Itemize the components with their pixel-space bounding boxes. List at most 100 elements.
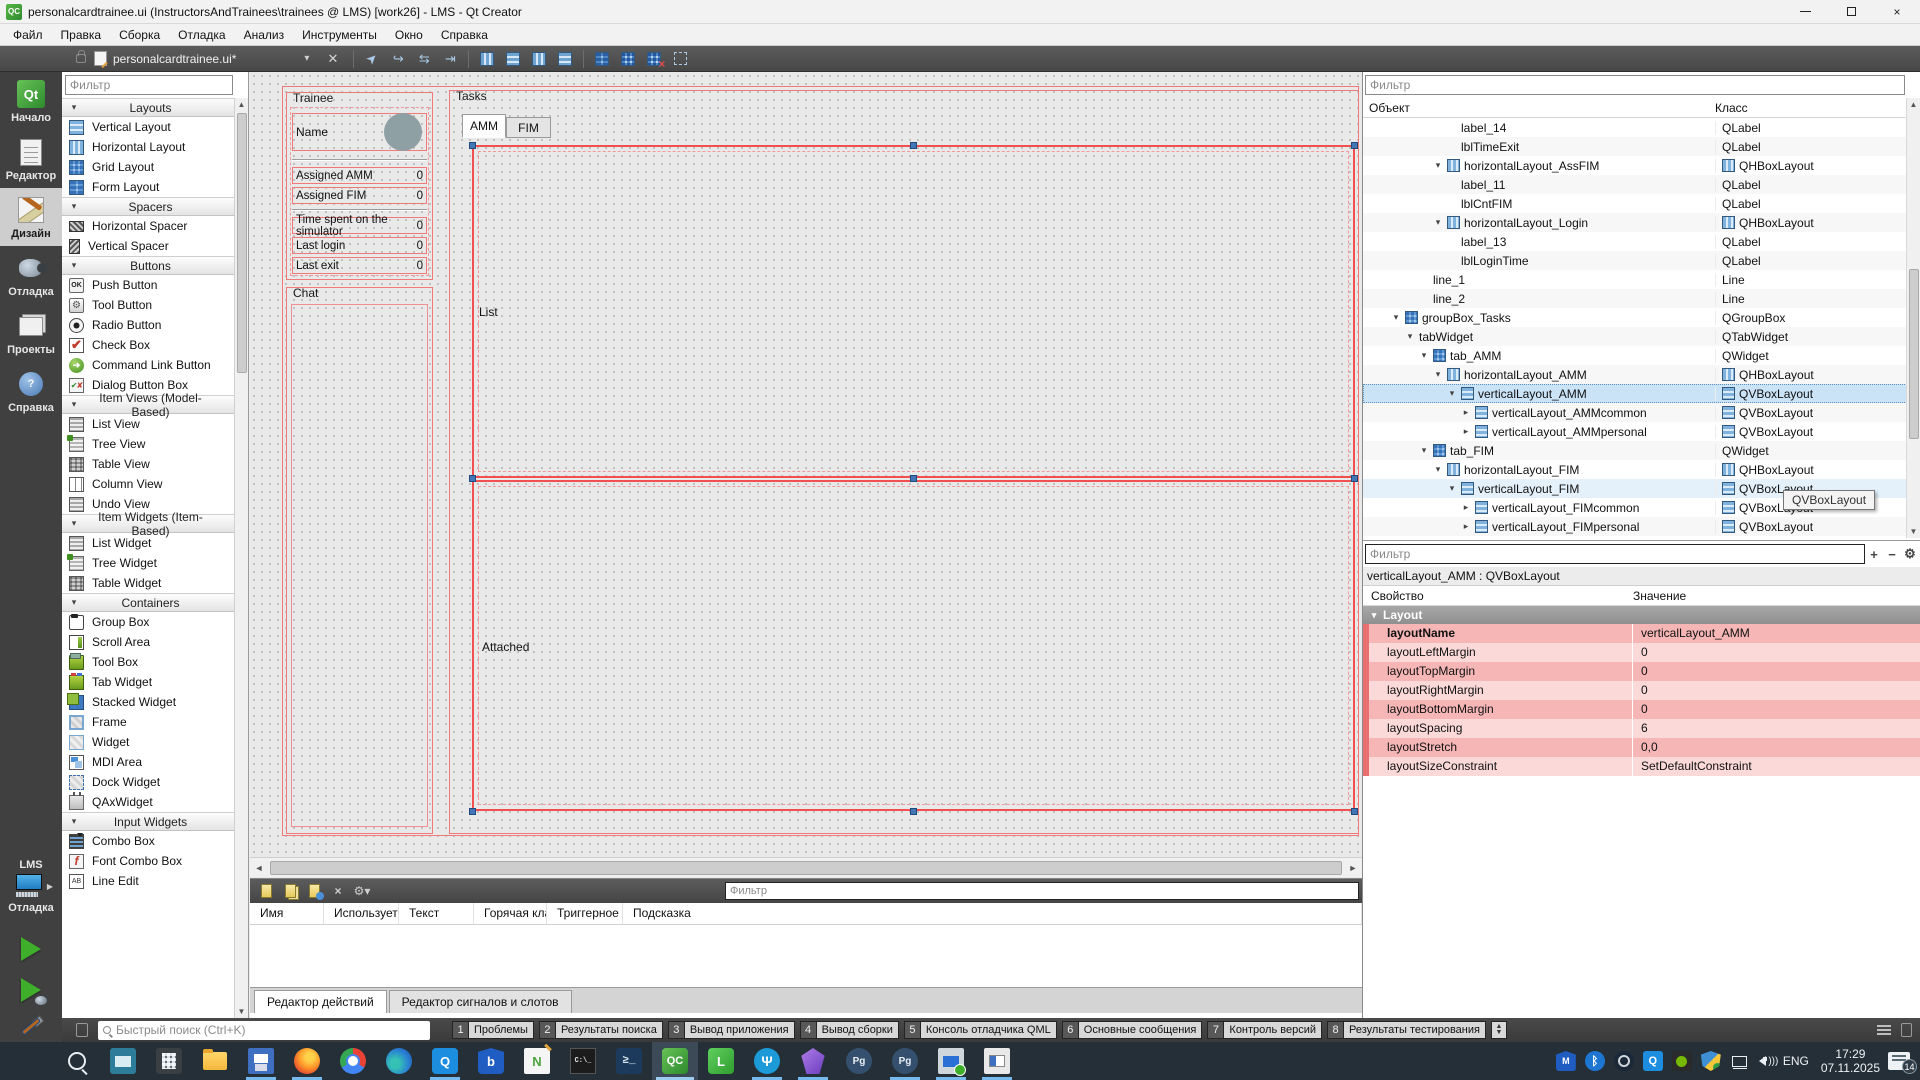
chevron-right-icon[interactable]: ▸ <box>1461 502 1471 513</box>
widget-scroll-area[interactable]: Scroll Area <box>62 632 235 652</box>
chevron-down-icon[interactable]: ▾ <box>1419 445 1429 456</box>
widget-vertical-layout[interactable]: Vertical Layout <box>62 117 235 137</box>
edge[interactable] <box>376 1042 422 1080</box>
new-action-icon[interactable] <box>256 882 276 900</box>
copy-action-icon[interactable] <box>280 882 300 900</box>
mode-debug[interactable]: Отладка <box>0 246 62 304</box>
scroll-up-arrow[interactable]: ▲ <box>1910 100 1918 109</box>
object-row-lblLoginTime[interactable]: lblLoginTimeQLabel <box>1363 251 1907 270</box>
scroll-down-arrow[interactable]: ▼ <box>1910 527 1918 536</box>
menu-Справка[interactable]: Справка <box>432 26 497 44</box>
widget-tool-box[interactable]: Tool Box <box>62 652 235 672</box>
search-button[interactable] <box>54 1042 100 1080</box>
postgres-1[interactable]: Pg <box>836 1042 882 1080</box>
save-app[interactable] <box>238 1042 284 1080</box>
category-containers[interactable]: ▾Containers <box>62 593 235 612</box>
chevron-down-icon[interactable]: ▾ <box>1391 312 1401 323</box>
layout-splitter-vertical-icon[interactable] <box>555 50 575 68</box>
object-tree-scrollbar[interactable]: ▲ ▼ <box>1906 98 1920 538</box>
chevron-down-icon[interactable]: ▾ <box>1447 388 1457 399</box>
widgetbox-scrollbar[interactable]: ▲ ▼ <box>234 98 248 1018</box>
chevron-down-icon[interactable]: ▾ <box>1433 464 1443 475</box>
chevron-down-icon[interactable]: ▾ <box>1405 331 1415 342</box>
layout-grid-icon[interactable] <box>618 50 638 68</box>
property-row-layoutRightMargin[interactable]: layoutRightMargin0 <box>1363 681 1920 700</box>
widget-vertical-spacer[interactable]: Vertical Spacer <box>62 236 235 256</box>
object-row-verticalLayout_AMM[interactable]: ▾verticalLayout_AMMQVBoxLayout <box>1363 384 1907 403</box>
widget-table-widget[interactable]: Table Widget <box>62 573 235 593</box>
edit-widgets-icon[interactable]: ➤ <box>359 45 386 72</box>
layout-form-icon[interactable] <box>592 50 612 68</box>
left-sidebar-toggle-icon[interactable] <box>76 1023 88 1037</box>
object-filter-input[interactable] <box>1365 75 1905 95</box>
chevron-down-icon[interactable]: ▾ <box>1433 369 1443 380</box>
build-button[interactable] <box>18 1016 44 1042</box>
widget-group-box[interactable]: Group Box <box>62 612 235 632</box>
widget-dock-widget[interactable]: Dock Widget <box>62 772 235 792</box>
category-layouts[interactable]: ▾Layouts <box>62 98 235 117</box>
tray-q-app[interactable]: Q <box>1643 1051 1663 1071</box>
widget-column-view[interactable]: Column View <box>62 474 235 494</box>
add-property-button[interactable]: + <box>1865 547 1883 562</box>
widget-horizontal-spacer[interactable]: Horizontal Spacer <box>62 216 235 236</box>
layout-horizontal-icon[interactable] <box>477 50 497 68</box>
q-app[interactable]: Q <box>422 1042 468 1080</box>
mode-projects[interactable]: Проекты <box>0 304 62 362</box>
menu-Файл[interactable]: Файл <box>4 26 52 44</box>
object-row-horizontalLayout_AssFIM[interactable]: ▾horizontalLayout_AssFIMQHBoxLayout <box>1363 156 1907 175</box>
output-pane-5[interactable]: 5Консоль отладчика QML <box>904 1021 1057 1039</box>
menu-Правка[interactable]: Правка <box>52 26 111 44</box>
object-row-verticalLayout_FIMpersonal[interactable]: ▸verticalLayout_FIMpersonalQVBoxLayout <box>1363 517 1907 536</box>
output-pane-8[interactable]: 8Результаты тестирования <box>1327 1021 1486 1039</box>
category-buttons[interactable]: ▾Buttons <box>62 256 235 275</box>
chrome[interactable] <box>330 1042 376 1080</box>
language-indicator[interactable]: ENG <box>1783 1054 1809 1068</box>
layout-vertical-icon[interactable] <box>503 50 523 68</box>
amm-personal-layout-area[interactable] <box>472 480 1355 811</box>
object-row-tab_FIM[interactable]: ▾tab_FIMQWidget <box>1363 441 1907 460</box>
category-item-widgets-item-based-[interactable]: ▾Item Widgets (Item-Based) <box>62 514 235 533</box>
edit-signals-slots-icon[interactable]: ↪ <box>388 50 408 68</box>
widget-mdi-area[interactable]: MDI Area <box>62 752 235 772</box>
property-row-layoutSpacing[interactable]: layoutSpacing6 <box>1363 719 1920 738</box>
object-row-tabWidget[interactable]: ▾tabWidgetQTabWidget <box>1363 327 1907 346</box>
tab-fim[interactable]: FIM <box>506 117 551 138</box>
output-pane-4[interactable]: 4Вывод сборки <box>800 1021 899 1039</box>
selection-handle[interactable] <box>910 475 917 482</box>
column-имя[interactable]: Имя <box>250 903 324 924</box>
object-row-label_13[interactable]: label_13QLabel <box>1363 232 1907 251</box>
delete-action-icon[interactable]: × <box>328 882 348 900</box>
scroll-down-arrow[interactable]: ▼ <box>238 1007 246 1016</box>
configure-actions-icon[interactable]: ⚙▾ <box>352 882 372 900</box>
action-table-body[interactable] <box>250 925 1362 987</box>
property-row-layoutStretch[interactable]: layoutStretch0,0 <box>1363 738 1920 757</box>
output-pane-1[interactable]: 1Проблемы <box>452 1021 534 1039</box>
property-filter-input[interactable] <box>1365 544 1865 564</box>
tray-network[interactable] <box>1730 1051 1750 1071</box>
property-row-layoutName[interactable]: layoutNameverticalLayout_AMM <box>1363 624 1920 643</box>
menu-Сборка[interactable]: Сборка <box>110 26 169 44</box>
remote-desktop[interactable] <box>928 1042 974 1080</box>
object-row-line_2[interactable]: line_2Line <box>1363 289 1907 308</box>
output-pane-arrows[interactable]: ▲▼ <box>1491 1021 1507 1039</box>
notepadpp[interactable]: N <box>514 1042 560 1080</box>
locator-search[interactable]: Быстрый поиск (Ctrl+K) <box>98 1021 430 1040</box>
tray-steam[interactable] <box>1614 1051 1634 1071</box>
property-row-layoutSizeConstraint[interactable]: layoutSizeConstraintSetDefaultConstraint <box>1363 757 1920 776</box>
adjust-size-icon[interactable] <box>670 50 690 68</box>
property-row-layoutBottomMargin[interactable]: layoutBottomMargin0 <box>1363 700 1920 719</box>
output-pane-7[interactable]: 7Контроль версий <box>1207 1021 1322 1039</box>
object-row-lblCntFIM[interactable]: lblCntFIMQLabel <box>1363 194 1907 213</box>
obsidian[interactable] <box>790 1042 836 1080</box>
property-value[interactable]: 0 <box>1633 643 1920 662</box>
document-selector[interactable]: personalcardtrainee.ui* <box>113 52 296 66</box>
widget-line-edit[interactable]: ABLine Edit <box>62 871 235 891</box>
menu-Отладка[interactable]: Отладка <box>169 26 234 44</box>
window-app[interactable] <box>974 1042 1020 1080</box>
document-dropdown-arrow[interactable]: ▾ <box>296 53 317 64</box>
column-текст[interactable]: Текст <box>399 903 474 924</box>
trainee-groupbox[interactable]: Trainee Name Assigned AMM0Assigned FIM0T… <box>286 92 433 280</box>
menu-Инструменты[interactable]: Инструменты <box>293 26 386 44</box>
category-input-widgets[interactable]: ▾Input Widgets <box>62 812 235 831</box>
widget-grid-layout[interactable]: Grid Layout <box>62 157 235 177</box>
